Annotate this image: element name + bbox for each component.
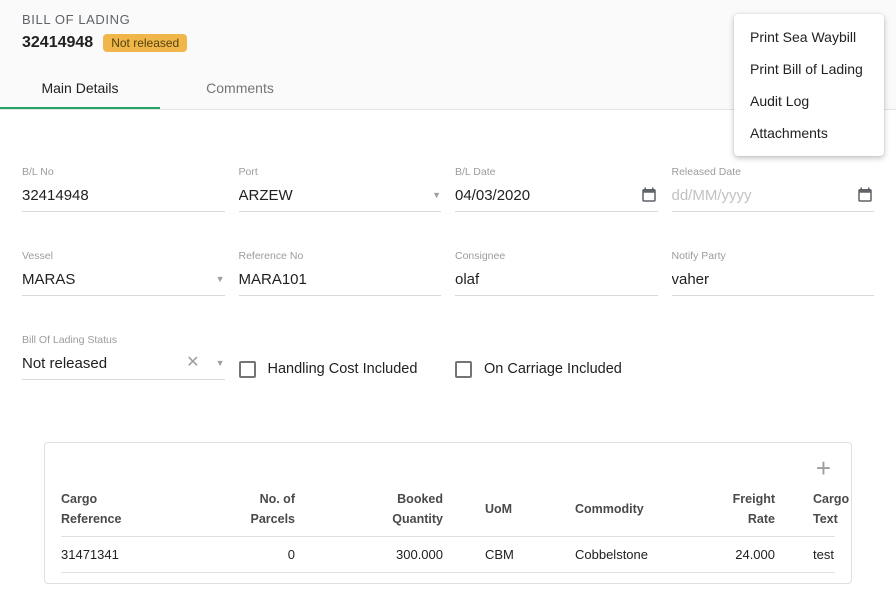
notify-party-value: vaher bbox=[672, 271, 875, 288]
vessel-value: MARAS bbox=[22, 271, 210, 288]
chevron-down-icon[interactable]: ▼ bbox=[432, 191, 441, 200]
consignee-value: olaf bbox=[455, 271, 658, 288]
column-header-cargo-reference: Cargo Reference bbox=[61, 490, 211, 529]
add-cargo-button[interactable]: + bbox=[812, 455, 835, 481]
notify-party-field[interactable]: Notify Party vaher bbox=[672, 250, 875, 296]
bol-status-label: Bill Of Lading Status bbox=[22, 334, 225, 346]
bl-date-field[interactable]: B/L Date 04/03/2020 bbox=[455, 166, 658, 212]
released-date-label: Released Date bbox=[672, 166, 875, 178]
on-carriage-checkbox[interactable] bbox=[455, 361, 472, 378]
vessel-select[interactable]: Vessel MARAS ▼ bbox=[22, 250, 225, 296]
cell-uom: CBM bbox=[443, 547, 575, 562]
bill-of-lading-page: BILL OF LADING 32414948 Not released Mai… bbox=[0, 0, 896, 584]
column-header-uom: UoM bbox=[443, 500, 575, 519]
cargo-card-actions: + bbox=[61, 453, 835, 483]
consignee-field[interactable]: Consignee olaf bbox=[455, 250, 658, 296]
calendar-icon[interactable] bbox=[640, 186, 658, 204]
bl-date-label: B/L Date bbox=[455, 166, 658, 178]
tab-main-details[interactable]: Main Details bbox=[0, 66, 160, 109]
cargo-card: + Cargo Reference No. of Parcels Booked … bbox=[44, 442, 852, 584]
column-header-freight-rate: Freight Rate bbox=[725, 490, 775, 529]
document-number: 32414948 bbox=[22, 34, 93, 52]
on-carriage-checkbox-label: On Carriage Included bbox=[484, 361, 622, 377]
main-details-panel: B/L No 32414948 Port ARZEW ▼ B/L Date 04… bbox=[0, 166, 896, 584]
cell-booked-quantity: 300.000 bbox=[295, 547, 443, 562]
vessel-label: Vessel bbox=[22, 250, 225, 262]
cell-cargo-reference: 31471341 bbox=[61, 547, 211, 562]
column-header-cargo-text: Cargo Text bbox=[775, 490, 849, 529]
reference-no-label: Reference No bbox=[239, 250, 442, 262]
on-carriage-checkbox-field: On Carriage Included bbox=[455, 358, 658, 380]
cell-freight-rate: 24.000 bbox=[725, 547, 775, 562]
bl-no-label: B/L No bbox=[22, 166, 225, 178]
status-badge: Not released bbox=[103, 34, 187, 52]
chevron-down-icon[interactable]: ▼ bbox=[216, 275, 225, 284]
bl-no-value: 32414948 bbox=[22, 187, 225, 204]
cargo-table-header: Cargo Reference No. of Parcels Booked Qu… bbox=[61, 483, 835, 537]
handling-cost-checkbox-label: Handling Cost Included bbox=[268, 361, 418, 377]
column-header-commodity: Commodity bbox=[575, 500, 725, 519]
chevron-down-icon[interactable]: ▼ bbox=[216, 359, 225, 368]
form-row-2: Vessel MARAS ▼ Reference No MARA101 Cons… bbox=[22, 250, 874, 296]
cell-no-of-parcels: 0 bbox=[211, 547, 295, 562]
bl-date-value: 04/03/2020 bbox=[455, 187, 640, 204]
released-date-field[interactable]: Released Date dd/MM/yyyy bbox=[672, 166, 875, 212]
bl-no-field[interactable]: B/L No 32414948 bbox=[22, 166, 225, 212]
bol-status-value: Not released bbox=[22, 355, 186, 372]
menu-item-audit-log[interactable]: Audit Log bbox=[734, 85, 884, 117]
menu-item-attachments[interactable]: Attachments bbox=[734, 117, 884, 149]
table-row[interactable]: 31471341 0 300.000 CBM Cobbelstone 24.00… bbox=[61, 537, 835, 573]
tab-comments[interactable]: Comments bbox=[160, 66, 320, 109]
port-value: ARZEW bbox=[239, 187, 427, 204]
released-date-placeholder: dd/MM/yyyy bbox=[672, 187, 857, 204]
column-header-booked-quantity: Booked Quantity bbox=[295, 490, 443, 529]
handling-cost-checkbox-field: Handling Cost Included bbox=[239, 358, 442, 380]
notify-party-label: Notify Party bbox=[672, 250, 875, 262]
calendar-icon[interactable] bbox=[856, 186, 874, 204]
clear-icon[interactable]: ✕ bbox=[186, 355, 199, 371]
menu-item-print-bill-of-lading[interactable]: Print Bill of Lading bbox=[734, 53, 884, 85]
form-row-3: Bill Of Lading Status Not released ✕ ▼ H… bbox=[22, 334, 874, 380]
menu-item-print-sea-waybill[interactable]: Print Sea Waybill bbox=[734, 21, 884, 53]
consignee-label: Consignee bbox=[455, 250, 658, 262]
handling-cost-checkbox[interactable] bbox=[239, 361, 256, 378]
tab-main-details-label: Main Details bbox=[41, 80, 118, 96]
tab-comments-label: Comments bbox=[206, 80, 274, 96]
reference-no-value: MARA101 bbox=[239, 271, 442, 288]
column-header-no-of-parcels: No. of Parcels bbox=[211, 490, 295, 529]
port-select[interactable]: Port ARZEW ▼ bbox=[239, 166, 442, 212]
bol-status-select[interactable]: Bill Of Lading Status Not released ✕ ▼ bbox=[22, 334, 225, 380]
form-row-1: B/L No 32414948 Port ARZEW ▼ B/L Date 04… bbox=[22, 166, 874, 212]
cell-cargo-text: test bbox=[775, 547, 835, 562]
reference-no-field[interactable]: Reference No MARA101 bbox=[239, 250, 442, 296]
context-menu: Print Sea Waybill Print Bill of Lading A… bbox=[734, 14, 884, 156]
port-label: Port bbox=[239, 166, 442, 178]
cell-commodity: Cobbelstone bbox=[575, 547, 725, 562]
